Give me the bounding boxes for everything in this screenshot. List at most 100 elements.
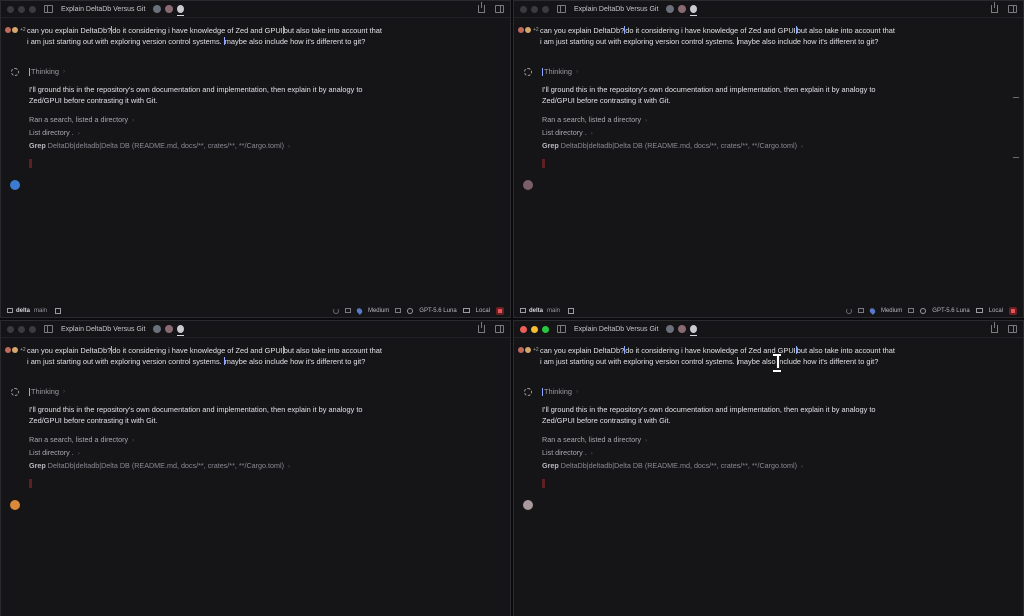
repo-name[interactable]: delta xyxy=(529,308,543,314)
user-message[interactable]: +2 can you explain DeltaDb?do it conside… xyxy=(518,26,896,47)
traffic-lights[interactable] xyxy=(7,5,36,13)
branch-name[interactable]: main xyxy=(34,308,47,314)
avatar[interactable] xyxy=(165,5,174,13)
user-message[interactable]: +2 can you explain DeltaDb?do it conside… xyxy=(5,346,383,367)
avatar[interactable] xyxy=(678,5,687,13)
effort-icon xyxy=(355,306,364,315)
sidebar-toggle-icon[interactable] xyxy=(44,325,53,333)
assistant-avatar xyxy=(10,500,20,510)
avatar[interactable] xyxy=(666,325,675,333)
assistant-avatar xyxy=(523,500,533,510)
panel-toggle-icon[interactable] xyxy=(495,5,504,13)
tool-call-grep[interactable]: Grep DeltaDb|deltadb|Delta DB (README.md… xyxy=(542,141,803,150)
effort-selector[interactable]: Medium xyxy=(368,308,389,314)
tool-call-list[interactable]: List directory . › xyxy=(29,448,80,457)
location-selector[interactable]: Local xyxy=(476,308,490,314)
agent-window-top-left: Explain DeltaDb Versus Git +2 can you ex… xyxy=(0,0,511,318)
thinking-toggle[interactable]: Thinking › xyxy=(524,67,578,76)
window-grid: Explain DeltaDb Versus Git +2 can you ex… xyxy=(0,0,1024,616)
avatar[interactable] xyxy=(666,5,675,13)
tool-call-list[interactable]: List directory . › xyxy=(542,128,593,137)
avatar xyxy=(525,27,531,33)
share-icon[interactable] xyxy=(478,322,485,333)
thread-view[interactable]: +2 can you explain DeltaDb?do it conside… xyxy=(1,339,510,616)
repo-name[interactable]: delta xyxy=(16,308,30,314)
loading-icon xyxy=(845,307,852,314)
thinking-spinner-icon xyxy=(11,67,19,76)
thinking-toggle[interactable]: Thinking › xyxy=(524,387,578,396)
titlebar: Explain DeltaDb Versus Git xyxy=(1,321,510,338)
settings-icon[interactable] xyxy=(395,308,402,313)
user-icon[interactable] xyxy=(177,5,185,16)
tool-call-search[interactable]: Ran a search, listed a directory › xyxy=(29,435,134,444)
thinking-toggle[interactable]: Thinking › xyxy=(11,387,65,396)
sidebar-toggle-icon[interactable] xyxy=(557,5,566,13)
user-icon[interactable] xyxy=(690,325,698,336)
avatar xyxy=(518,347,524,353)
window-title: Explain DeltaDb Versus Git xyxy=(574,5,659,13)
model-selector[interactable]: GPT-5.6 Luna xyxy=(932,308,969,314)
model-selector[interactable]: GPT-5.6 Luna xyxy=(419,308,456,314)
titlebar: Explain DeltaDb Versus Git xyxy=(1,1,510,18)
share-icon[interactable] xyxy=(991,2,998,13)
user-message[interactable]: +2 can you explain DeltaDb?do it conside… xyxy=(5,26,383,47)
panel-toggle-icon[interactable] xyxy=(1008,325,1017,333)
context-icon[interactable] xyxy=(857,308,864,313)
tool-call-search[interactable]: Ran a search, listed a directory › xyxy=(542,115,647,124)
avatar[interactable] xyxy=(153,5,162,13)
branch-name[interactable]: main xyxy=(547,308,560,314)
thread-view[interactable]: +2 can you explain DeltaDb?do it conside… xyxy=(514,19,1023,303)
share-icon[interactable] xyxy=(478,2,485,13)
loading-icon xyxy=(332,307,339,314)
panel-toggle-icon[interactable] xyxy=(1008,5,1017,13)
user-message[interactable]: +2 can you explain DeltaDb?do it conside… xyxy=(518,346,896,367)
window-title: Explain DeltaDb Versus Git xyxy=(61,5,146,13)
tool-call-search[interactable]: Ran a search, listed a directory › xyxy=(29,115,134,124)
thread-view[interactable]: +2 can you explain DeltaDb?do it conside… xyxy=(1,19,510,303)
avatar[interactable] xyxy=(153,325,162,333)
pending-indicator xyxy=(542,159,545,168)
avatar xyxy=(525,347,531,353)
pending-indicator xyxy=(29,479,32,488)
share-icon[interactable] xyxy=(991,322,998,333)
avatar xyxy=(5,347,11,353)
stop-icon[interactable] xyxy=(496,306,504,315)
traffic-lights[interactable] xyxy=(520,5,549,13)
avatar[interactable] xyxy=(678,325,687,333)
settings-icon[interactable] xyxy=(908,308,915,313)
agent-window-top-right: Explain DeltaDb Versus Git +2 can you ex… xyxy=(513,0,1024,318)
user-icon[interactable] xyxy=(177,325,185,336)
context-icon[interactable] xyxy=(344,308,351,313)
collaborator-avatars[interactable] xyxy=(153,5,185,16)
tool-call-grep[interactable]: Grep DeltaDb|deltadb|Delta DB (README.md… xyxy=(29,461,290,470)
traffic-lights[interactable] xyxy=(520,325,549,333)
tool-call-list[interactable]: List directory . › xyxy=(29,128,80,137)
collaborator-avatars[interactable] xyxy=(666,325,698,336)
user-icon[interactable] xyxy=(690,5,698,16)
new-thread-icon[interactable] xyxy=(55,307,62,314)
avatar[interactable] xyxy=(165,325,174,333)
scroll-marker xyxy=(1013,97,1019,98)
tool-call-search[interactable]: Ran a search, listed a directory › xyxy=(542,435,647,444)
tool-call-grep[interactable]: Grep DeltaDb|deltadb|Delta DB (README.md… xyxy=(542,461,803,470)
collaborator-avatars[interactable] xyxy=(666,5,698,16)
sidebar-toggle-icon[interactable] xyxy=(557,325,566,333)
tool-call-list[interactable]: List directory . › xyxy=(542,448,593,457)
effort-selector[interactable]: Medium xyxy=(881,308,902,314)
new-thread-icon[interactable] xyxy=(568,307,575,314)
stop-icon[interactable] xyxy=(1009,306,1017,315)
panel-toggle-icon[interactable] xyxy=(495,325,504,333)
location-selector[interactable]: Local xyxy=(989,308,1003,314)
pending-indicator xyxy=(29,159,32,168)
pending-indicator xyxy=(542,479,545,488)
sidebar-toggle-icon[interactable] xyxy=(44,5,53,13)
thinking-spinner-icon xyxy=(524,387,532,396)
avatar xyxy=(5,27,11,33)
thinking-toggle[interactable]: Thinking › xyxy=(11,67,65,76)
thread-view[interactable]: +2 can you explain DeltaDb?do it conside… xyxy=(514,339,1023,616)
avatar xyxy=(518,27,524,33)
traffic-lights[interactable] xyxy=(7,325,36,333)
tool-call-grep[interactable]: Grep DeltaDb|deltadb|Delta DB (README.md… xyxy=(29,141,290,150)
assistant-answer: I'll ground this in the repository's own… xyxy=(29,405,363,425)
collaborator-avatars[interactable] xyxy=(153,325,185,336)
